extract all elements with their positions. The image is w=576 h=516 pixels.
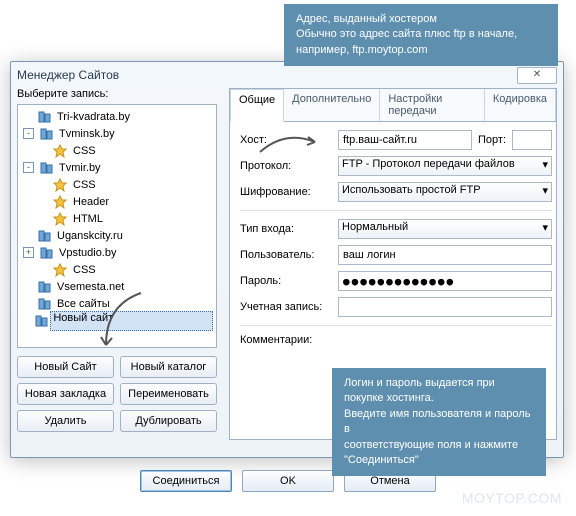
port-input[interactable]: [512, 130, 552, 150]
tree-item-label: Header: [70, 195, 112, 209]
rename-button[interactable]: Переименовать: [120, 383, 217, 405]
server-icon: [36, 229, 52, 243]
account-input[interactable]: [338, 297, 552, 317]
tab-advanced[interactable]: Дополнительно: [284, 89, 380, 121]
watermark: MOYTOP.COM: [462, 490, 562, 506]
login-type-select[interactable]: Нормальный ▾: [338, 219, 552, 239]
bookmark-icon: [52, 212, 68, 226]
bookmark-icon: [52, 144, 68, 158]
bookmark-icon: [52, 195, 68, 209]
expand-icon[interactable]: -: [23, 162, 34, 173]
close-button[interactable]: ✕: [517, 67, 557, 84]
callout-line: Обычно это адрес сайта плюс ftp в начале…: [296, 27, 546, 42]
left-button-grid: Новый Сайт Новый каталог Новая закладка …: [17, 356, 217, 432]
tree-item-label: Vsemesta.net: [54, 280, 127, 294]
callout-host-address: Адрес, выданный хостером Обычно это адре…: [284, 4, 558, 66]
window-title: Менеджер Сайтов: [17, 68, 517, 82]
expand-icon[interactable]: -: [23, 128, 34, 139]
host-input[interactable]: [338, 130, 472, 150]
tree-item-label: Все сайты: [54, 297, 113, 311]
tree-item[interactable]: Vsemesta.net: [21, 278, 213, 295]
account-label: Учетная запись:: [240, 301, 330, 313]
protocol-select[interactable]: FTP - Протокол передачи файлов ▾: [338, 156, 552, 176]
tree-item[interactable]: Header: [21, 193, 213, 210]
tree-item[interactable]: Tri-kvadrata.by: [21, 108, 213, 125]
encryption-label: Шифрование:: [240, 186, 330, 198]
comment-label: Комментарии:: [240, 334, 330, 346]
ok-button[interactable]: OK: [242, 470, 334, 492]
new-bookmark-button[interactable]: Новая закладка: [17, 383, 114, 405]
new-site-button[interactable]: Новый Сайт: [17, 356, 114, 378]
tab-general[interactable]: Общие: [230, 89, 284, 122]
server-icon: [36, 280, 52, 294]
tree-item[interactable]: CSS: [21, 142, 213, 159]
tab-bar: Общие Дополнительно Настройки передачи К…: [230, 89, 556, 122]
server-icon: [36, 110, 52, 124]
tree-item[interactable]: Все сайты: [21, 295, 213, 312]
bookmark-icon: [52, 263, 68, 277]
encryption-select[interactable]: Использовать простой FTP ▾: [338, 182, 552, 202]
callout-line: Логин и пароль выдается при покупке хост…: [344, 376, 534, 407]
host-label: Хост:: [240, 134, 330, 146]
host-row: Порт:: [338, 130, 552, 150]
callout-credentials: Логин и пароль выдается при покупке хост…: [332, 368, 546, 476]
tree-item-label: Vpstudio.by: [56, 246, 119, 260]
port-label: Порт:: [478, 134, 506, 146]
divider: [240, 325, 552, 326]
user-label: Пользователь:: [240, 249, 330, 261]
server-icon: [38, 246, 54, 260]
expand-icon[interactable]: +: [23, 247, 34, 258]
tab-encoding[interactable]: Кодировка: [485, 89, 556, 121]
tree-item[interactable]: Uganskcity.ru: [21, 227, 213, 244]
password-label: Пароль:: [240, 275, 330, 287]
callout-line: соответствующие поля и нажмите "Соединит…: [344, 438, 534, 469]
tree-item-label: CSS: [70, 263, 99, 277]
duplicate-button[interactable]: Дублировать: [120, 410, 217, 432]
site-tree[interactable]: Tri-kvadrata.by - Tvminsk.by CSS - Tvmir.by CS…: [17, 104, 217, 348]
tree-item-label: Tvmir.by: [56, 161, 104, 175]
tree-item-label: Uganskcity.ru: [54, 229, 126, 243]
delete-button[interactable]: Удалить: [17, 410, 114, 432]
server-icon: [38, 161, 54, 175]
tree-item-label: Новый сайт: [50, 311, 213, 331]
tree-item[interactable]: - Tvminsk.by: [21, 125, 213, 142]
callout-line: Адрес, выданный хостером: [296, 12, 546, 27]
protocol-label: Протокол:: [240, 160, 330, 172]
new-directory-button[interactable]: Новый каталог: [120, 356, 217, 378]
divider: [240, 210, 552, 211]
tree-item[interactable]: + Vpstudio.by: [21, 244, 213, 261]
tab-transfer[interactable]: Настройки передачи: [380, 89, 485, 121]
server-icon: [34, 314, 48, 328]
tree-item[interactable]: CSS: [21, 261, 213, 278]
callout-line: Введите имя пользователя и пароль в: [344, 407, 534, 438]
server-icon: [38, 127, 54, 141]
tree-item-label: Tvminsk.by: [56, 127, 118, 141]
callout-line: например, ftp.moytop.com: [296, 43, 546, 58]
general-form: Хост: Порт: Протокол: FTP - Протокол пер…: [230, 122, 556, 402]
bookmark-icon: [52, 178, 68, 192]
user-input[interactable]: [338, 245, 552, 265]
tree-item-label: CSS: [70, 178, 99, 192]
tree-item-label: HTML: [70, 212, 106, 226]
tree-item[interactable]: Новый сайт: [21, 312, 213, 329]
connect-button[interactable]: Соединиться: [140, 470, 232, 492]
tree-item[interactable]: HTML: [21, 210, 213, 227]
server-icon: [36, 297, 52, 311]
tree-item-label: Tri-kvadrata.by: [54, 110, 133, 124]
tree-item[interactable]: - Tvmir.by: [21, 159, 213, 176]
tree-item-label: CSS: [70, 144, 99, 158]
tree-item[interactable]: CSS: [21, 176, 213, 193]
login-type-label: Тип входа:: [240, 223, 330, 235]
password-input[interactable]: [338, 271, 552, 291]
